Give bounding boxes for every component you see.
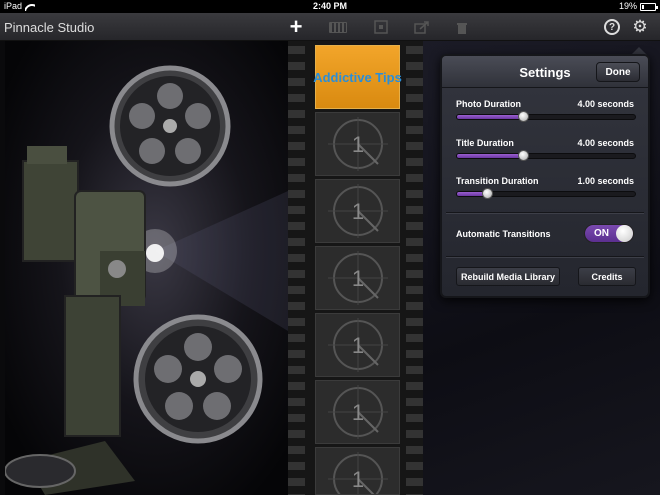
slider-knob[interactable] [482, 188, 494, 199]
film-clip-icon[interactable] [327, 17, 349, 37]
add-icon[interactable]: + [285, 16, 307, 38]
countdown-number: 1 [351, 467, 363, 492]
countdown-clip[interactable]: 1 [315, 179, 400, 243]
countdown-clip[interactable]: 1 [315, 246, 400, 310]
filmstrip-timeline: Addictive Tips 1 1 1 1 1 1 [288, 41, 423, 495]
countdown-clip[interactable]: 1 [315, 313, 400, 377]
trash-icon[interactable] [451, 17, 473, 37]
status-bar: iPad 2:40 PM 19% [0, 0, 660, 13]
countdown-number: 1 [351, 266, 363, 291]
auto-transitions-toggle[interactable]: ON [584, 224, 634, 243]
title-clip-text: Addictive Tips [313, 69, 402, 85]
transition-duration-label: Transition Duration [456, 176, 539, 186]
title-clip[interactable]: Addictive Tips [313, 45, 402, 109]
auto-transitions-label: Automatic Transitions [456, 229, 551, 239]
gear-icon[interactable]: ⚙ [629, 17, 651, 37]
ipad-screen: iPad 2:40 PM 19% Pinnacle Studio + ? ⚙ A… [0, 0, 660, 495]
film-sprockets-left [288, 41, 305, 495]
countdown-number: 1 [351, 333, 363, 358]
divider [446, 212, 644, 213]
title-duration-value: 4.00 seconds [577, 138, 634, 148]
edit-icon[interactable] [370, 17, 392, 37]
done-button[interactable]: Done [596, 62, 640, 82]
divider [446, 256, 644, 257]
help-icon[interactable]: ? [601, 17, 623, 37]
film-sprockets-right [406, 41, 423, 495]
app-toolbar: Pinnacle Studio + ? ⚙ [0, 13, 660, 41]
credits-button[interactable]: Credits [578, 267, 636, 286]
photo-duration-value: 4.00 seconds [577, 99, 634, 109]
countdown-clip[interactable]: 1 [315, 380, 400, 444]
slider-fill [457, 154, 523, 158]
app-title: Pinnacle Studio [4, 20, 95, 35]
countdown-clip[interactable]: 1 [315, 112, 400, 176]
slider-fill [457, 115, 523, 119]
toggle-knob [616, 225, 633, 242]
settings-header: Settings Done [442, 56, 648, 88]
countdown-number: 1 [351, 132, 363, 157]
photo-duration-label: Photo Duration [456, 99, 521, 109]
countdown-number: 1 [351, 400, 363, 425]
battery-level [642, 4, 645, 9]
settings-popover: Settings Done Photo Duration 4.00 second… [440, 54, 650, 298]
photo-duration-slider[interactable] [456, 111, 636, 122]
toggle-state: ON [594, 228, 609, 239]
battery-icon [640, 2, 658, 11]
title-duration-label: Title Duration [456, 138, 514, 148]
slider-knob[interactable] [517, 150, 529, 161]
slider-knob[interactable] [517, 111, 529, 122]
battery-percent: 19% [618, 1, 637, 11]
status-time: 2:40 PM [312, 1, 347, 11]
countdown-number: 1 [351, 199, 363, 224]
transition-duration-value: 1.00 seconds [577, 176, 634, 186]
title-duration-slider[interactable] [456, 150, 636, 161]
countdown-clip[interactable]: 1 [315, 447, 400, 495]
transition-duration-slider[interactable] [456, 188, 636, 199]
projector-artwork [5, 41, 288, 495]
rebuild-media-library-button[interactable]: Rebuild Media Library [456, 267, 560, 286]
share-icon[interactable] [411, 17, 433, 37]
